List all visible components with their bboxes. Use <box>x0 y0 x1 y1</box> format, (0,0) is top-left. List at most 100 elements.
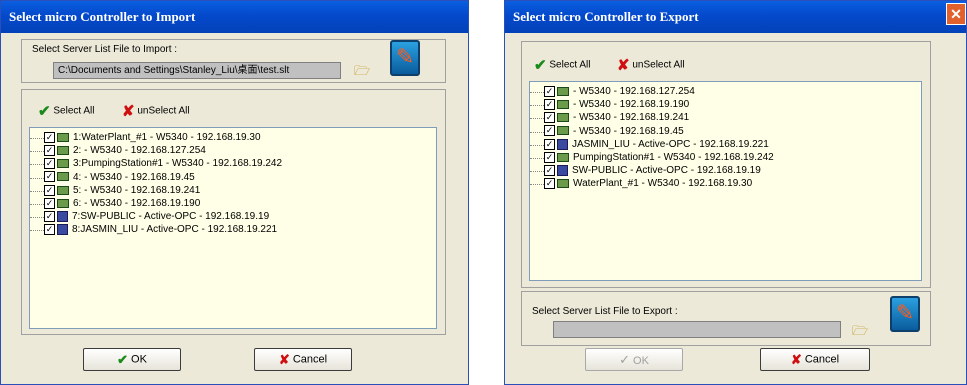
checkbox[interactable]: ✓ <box>544 125 555 137</box>
checkbox[interactable]: ✓ <box>544 85 555 97</box>
list-item-label: 5: - W5340 - 192.168.19.241 <box>73 184 201 196</box>
export-select-all-button[interactable]: ✔ Select All <box>534 56 591 74</box>
list-item-label: 7:SW-PUBLIC - Active-OPC - 192.168.19.19 <box>72 211 270 223</box>
export-path-field[interactable] <box>553 321 841 338</box>
import-server-label: Select Server List File to Import : <box>32 44 178 55</box>
list-item[interactable]: ✓ SW-PUBLIC - Active-OPC - 192.168.19.19 <box>530 164 761 178</box>
ok-label: OK <box>131 353 147 366</box>
list-item[interactable]: ✓ - W5340 - 192.168.19.45 <box>530 125 684 139</box>
import-path-field[interactable]: C:\Documents and Settings\Stanley_Liu\桌面… <box>53 62 341 79</box>
cross-icon: ✘ <box>617 57 630 74</box>
checkbox[interactable]: ✓ <box>544 112 555 124</box>
select-all-label: Select All <box>549 59 591 71</box>
export-unselect-all-button[interactable]: ✘ unSelect All <box>617 56 685 74</box>
export-device-list[interactable]: ✓ - W5340 - 192.168.127.254 ✓ - W5340 - 192… <box>529 81 922 281</box>
list-item-label: 3:PumpingStation#1 - W5340 - 192.168.19.… <box>73 158 283 170</box>
list-item[interactable]: ✓ 4: - W5340 - 192.168.19.45 <box>30 171 195 185</box>
folder-open-icon[interactable]: 🗁 <box>852 322 868 344</box>
controller-icon <box>557 126 569 136</box>
import-ok-button[interactable]: ✔ OK <box>83 348 181 371</box>
export-dialog: Select micro Controller to Export ✕ ✔ Se… <box>504 0 967 385</box>
tree-connector <box>530 138 544 146</box>
close-button[interactable]: ✕ <box>946 3 966 25</box>
list-item[interactable]: ✓ 3:PumpingStation#1 - W5340 - 192.168.19… <box>30 157 282 171</box>
list-item[interactable]: ✓ - W5340 - 192.168.19.241 <box>530 111 689 125</box>
tree-connector <box>30 197 44 205</box>
import-file-panel: Select Server List File to Import : C:\D… <box>21 39 446 83</box>
export-cancel-button[interactable]: ✘ Cancel <box>760 348 870 371</box>
unselect-all-label: unSelect All <box>137 105 190 117</box>
list-item[interactable]: ✓ 8:JASMIN_LIU - Active-OPC - 192.168.19.… <box>30 223 277 237</box>
checkbox[interactable]: ✓ <box>44 171 55 183</box>
list-item-label: 2: - W5340 - 192.168.127.254 <box>73 145 206 157</box>
tree-connector <box>530 125 544 133</box>
checkbox[interactable]: ✓ <box>544 99 555 111</box>
list-item-label: - W5340 - 192.168.19.45 <box>573 125 684 137</box>
list-item[interactable]: ✓ PumpingStation#1 - W5340 - 192.168.19.2… <box>530 151 774 165</box>
list-item[interactable]: ✓ WaterPlant_#1 - W5340 - 192.168.19.30 <box>530 177 752 191</box>
list-item[interactable]: ✓ 1:WaterPlant_#1 - W5340 - 192.168.19.30 <box>30 131 261 145</box>
checkbox[interactable]: ✓ <box>44 184 55 196</box>
controller-icon <box>557 86 569 96</box>
controller-icon <box>57 185 69 195</box>
tree-connector <box>530 164 544 173</box>
checkbox[interactable]: ✓ <box>44 145 55 157</box>
import-select-all-button[interactable]: ✔ Select All <box>38 102 95 120</box>
tree-connector <box>30 210 44 219</box>
import-unselect-all-button[interactable]: ✘ unSelect All <box>122 102 190 120</box>
import-dialog: Select micro Controller to Import Select… <box>0 0 469 385</box>
checkbox[interactable]: ✓ <box>544 138 555 150</box>
controller-icon <box>57 172 69 182</box>
list-item[interactable]: ✓ - W5340 - 192.168.127.254 <box>530 85 695 99</box>
controller-icon <box>57 132 69 142</box>
tree-connector <box>530 151 544 159</box>
checkbox[interactable]: ✓ <box>544 178 555 190</box>
export-list-panel: ✔ Select All ✘ unSelect All ✓ - W5340 - 1… <box>521 41 931 288</box>
import-device-list[interactable]: ✓ 1:WaterPlant_#1 - W5340 - 192.168.19.30… <box>29 127 437 329</box>
unselect-all-label: unSelect All <box>632 59 685 71</box>
checkbox[interactable]: ✓ <box>44 211 55 223</box>
wrench-tool-icon: ✎ <box>390 40 420 76</box>
cancel-label: Cancel <box>292 353 328 366</box>
folder-open-icon[interactable]: 🗁 <box>354 62 370 84</box>
list-item[interactable]: ✓ 5: - W5340 - 192.168.19.241 <box>30 184 200 198</box>
controller-icon <box>57 146 69 156</box>
list-item[interactable]: ✓ - W5340 - 192.168.19.190 <box>530 98 689 112</box>
checkbox[interactable]: ✓ <box>44 197 55 209</box>
checkbox[interactable]: ✓ <box>544 151 555 163</box>
checkbox[interactable]: ✓ <box>44 158 55 170</box>
check-icon: ✔ <box>38 103 51 120</box>
check-icon: ✔ <box>534 57 547 74</box>
list-item-label: 6: - W5340 - 192.168.19.190 <box>73 198 201 209</box>
computer-icon <box>57 224 68 236</box>
list-item-label: SW-PUBLIC - Active-OPC - 192.168.19.19 <box>572 165 761 177</box>
checkbox[interactable]: ✓ <box>44 224 55 236</box>
list-item-label: PumpingStation#1 - W5340 - 192.168.19.24… <box>573 152 774 163</box>
import-list-panel: ✔ Select All ✘ unSelect All ✓ 1:WaterPlan… <box>21 89 446 335</box>
list-item-label: WaterPlant_#1 - W5340 - 192.168.19.30 <box>573 178 753 190</box>
tree-connector <box>530 85 544 93</box>
computer-icon <box>57 211 68 223</box>
export-file-panel: Select Server List File to Export : 🗁 ✎ <box>521 291 931 346</box>
tree-connector <box>30 157 44 166</box>
list-item[interactable]: ✓ 2: - W5340 - 192.168.127.254 <box>30 144 206 158</box>
controller-icon <box>557 113 569 123</box>
export-title: Select micro Controller to Export <box>505 1 966 33</box>
list-item[interactable]: ✓ JASMIN_LIU - Active-OPC - 192.168.19.22… <box>530 138 769 152</box>
list-item[interactable]: ✓ 7:SW-PUBLIC - Active-OPC - 192.168.19.1… <box>30 210 269 224</box>
check-icon: ✔ <box>117 352 128 367</box>
tree-connector <box>30 131 44 139</box>
tree-connector <box>30 144 44 153</box>
export-ok-button[interactable]: ✓ OK <box>585 348 683 371</box>
import-cancel-button[interactable]: ✘ Cancel <box>254 348 352 371</box>
controller-icon <box>557 100 569 110</box>
list-item-label: 4: - W5340 - 192.168.19.45 <box>73 171 195 183</box>
checkbox[interactable]: ✓ <box>544 165 555 177</box>
wrench-tool-icon: ✎ <box>890 296 920 332</box>
controller-icon <box>57 198 69 208</box>
list-item-label: - W5340 - 192.168.19.190 <box>573 99 690 111</box>
checkbox[interactable]: ✓ <box>44 131 55 143</box>
list-item-label: 8:JASMIN_LIU - Active-OPC - 192.168.19.2… <box>72 224 278 236</box>
list-item[interactable]: ✓ 6: - W5340 - 192.168.19.190 <box>30 197 200 211</box>
tree-connector <box>30 184 44 192</box>
